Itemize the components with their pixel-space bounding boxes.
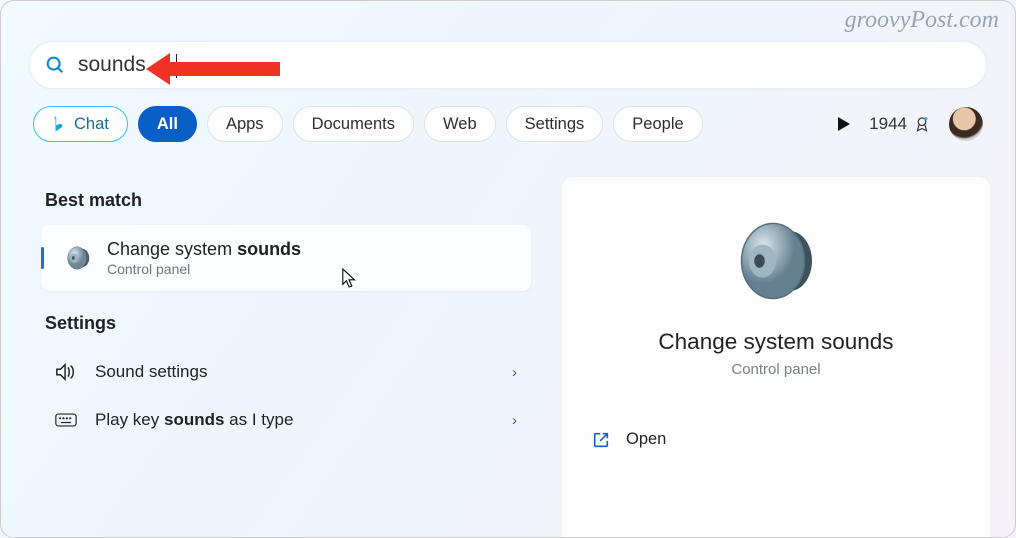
setting-play-key-sounds[interactable]: Play key sounds as I type ›	[41, 396, 531, 444]
filter-web[interactable]: Web	[424, 106, 496, 142]
filter-documents-label: Documents	[312, 115, 395, 134]
volume-icon	[55, 363, 77, 381]
chevron-right-icon: ›	[512, 364, 517, 381]
chevron-right-icon: ›	[512, 412, 517, 429]
filter-apps[interactable]: Apps	[207, 106, 283, 142]
filter-people-label: People	[632, 115, 683, 134]
result-subtitle: Control panel	[107, 261, 301, 277]
search-bar[interactable]	[29, 41, 987, 89]
mouse-cursor	[341, 267, 359, 289]
text-caret	[176, 54, 177, 78]
speaker-icon	[63, 243, 93, 273]
setting-sound-settings[interactable]: Sound settings ›	[41, 348, 531, 396]
filter-settings[interactable]: Settings	[506, 106, 604, 142]
open-action-label[interactable]: Open	[626, 430, 666, 449]
speaker-icon-large	[728, 213, 824, 309]
filter-people[interactable]: People	[613, 106, 702, 142]
result-title: Change system sounds	[107, 239, 301, 260]
search-input[interactable]	[78, 53, 980, 77]
points-value: 1944	[869, 114, 907, 134]
filter-settings-label: Settings	[525, 115, 585, 134]
watermark: groovyPost.com	[845, 7, 999, 34]
detail-title: Change system sounds	[592, 329, 960, 355]
best-match-result[interactable]: Change system sounds Control panel	[41, 225, 531, 291]
bing-chat-icon	[48, 115, 66, 133]
filter-apps-label: Apps	[226, 115, 264, 134]
detail-pane: Change system sounds Control panel Open	[561, 176, 991, 537]
user-avatar[interactable]	[949, 107, 983, 141]
search-icon	[44, 54, 66, 76]
more-filters-icon[interactable]	[837, 117, 851, 131]
keyboard-icon	[55, 411, 77, 429]
filter-web-label: Web	[443, 115, 477, 134]
results-column: Best match Change system sounds Control …	[41, 176, 531, 444]
detail-subtitle: Control panel	[592, 361, 960, 378]
rewards-medal-icon	[913, 115, 931, 133]
rewards-points[interactable]: 1944	[869, 114, 931, 134]
filter-all-label: All	[157, 115, 178, 134]
open-external-icon[interactable]	[592, 431, 610, 449]
filter-row: Chat All Apps Documents Web Settings Peo…	[33, 106, 983, 142]
chat-pill[interactable]: Chat	[33, 106, 128, 142]
setting-label: Sound settings	[95, 362, 207, 382]
chat-label: Chat	[74, 115, 109, 134]
best-match-heading: Best match	[45, 190, 527, 211]
filter-documents[interactable]: Documents	[293, 106, 414, 142]
filter-all[interactable]: All	[138, 106, 197, 142]
settings-heading: Settings	[45, 313, 527, 334]
setting-label: Play key sounds as I type	[95, 410, 293, 430]
